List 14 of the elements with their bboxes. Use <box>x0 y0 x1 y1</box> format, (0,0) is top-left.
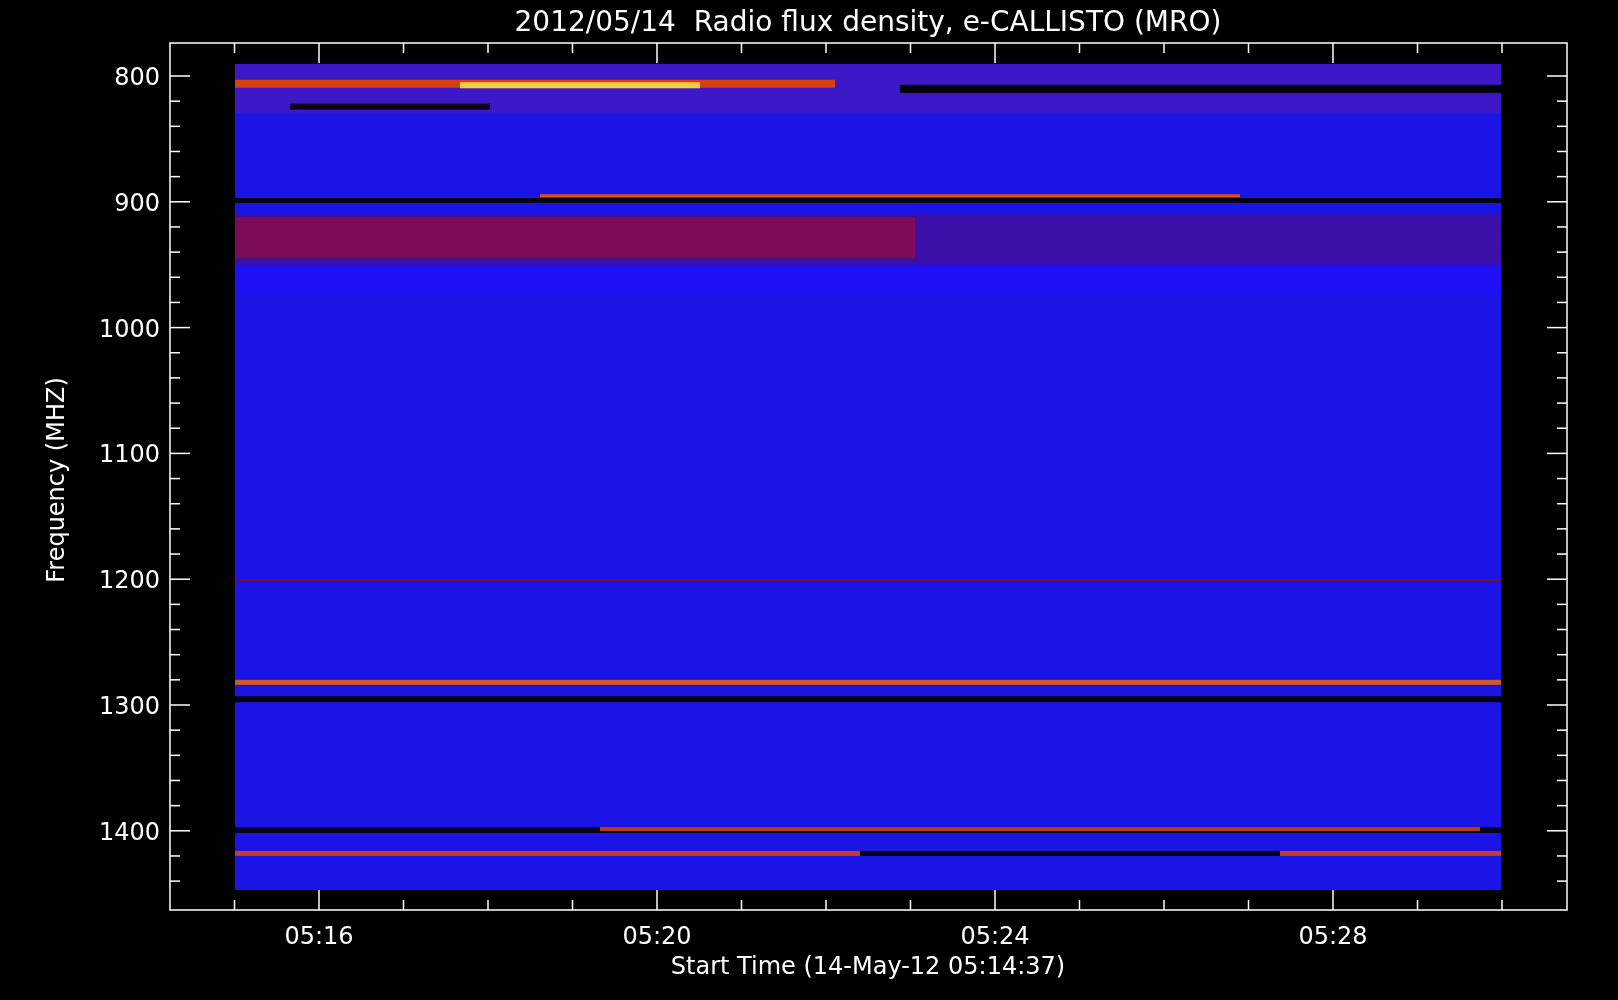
tick-label: 05:20 <box>622 922 692 950</box>
tick-label: 900 <box>114 188 160 217</box>
tick-label: 05:28 <box>1298 922 1368 950</box>
tick-label: 1100 <box>98 440 160 469</box>
axis-title: Frequency (MHZ) <box>42 377 70 583</box>
tick-label: 1300 <box>98 692 160 720</box>
axis-title: Start Time (14-May-12 05:14:37) <box>670 952 1066 980</box>
tick-label: 1200 <box>98 566 160 595</box>
chart-title: 2012/05/14 Radio flux density, e-CALLISTO (MRO) <box>514 5 1222 38</box>
tick-label: 05:16 <box>284 922 354 950</box>
tick-label: 1400 <box>98 817 160 846</box>
tick-label: 1000 <box>98 314 160 343</box>
tick-label: 800 <box>114 63 160 91</box>
tick-label: 05:24 <box>960 922 1030 950</box>
